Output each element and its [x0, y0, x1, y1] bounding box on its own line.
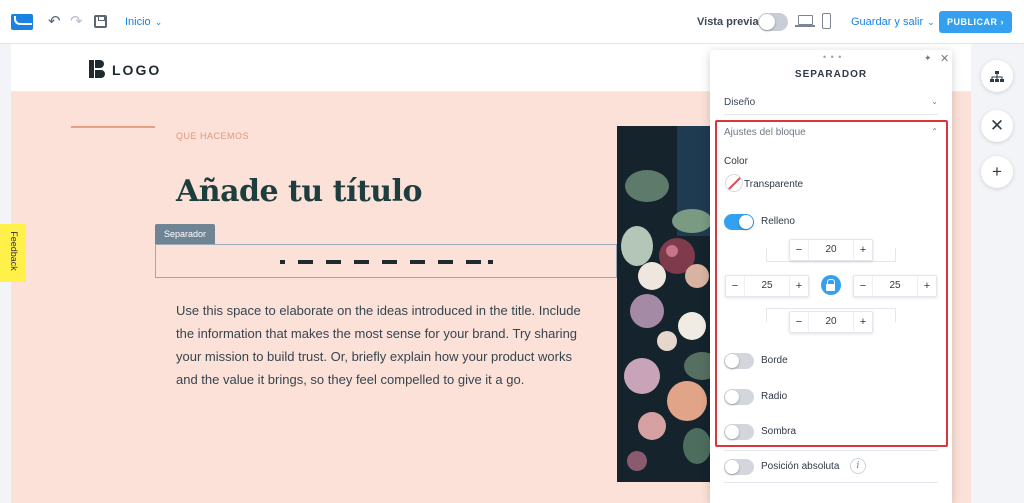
- design-section-header[interactable]: Diseño ⌄: [724, 97, 938, 108]
- preview-toggle[interactable]: [758, 13, 788, 31]
- accent-divider: [71, 126, 155, 128]
- close-editor-button[interactable]: ✕: [981, 110, 1013, 142]
- drag-handle-icon[interactable]: • • •: [823, 52, 842, 62]
- logo-text: LOGO: [112, 62, 162, 78]
- separator-block[interactable]: [155, 244, 617, 278]
- mobile-view-icon[interactable]: [822, 13, 831, 29]
- redo-icon[interactable]: ↷: [70, 13, 83, 31]
- publish-button[interactable]: PUBLICAR ›: [939, 11, 1012, 33]
- feedback-label: Feedback: [9, 231, 19, 271]
- separator-block-tag[interactable]: Separador: [155, 224, 216, 244]
- sitemap-icon: [990, 70, 1004, 82]
- absolute-position-toggle[interactable]: [724, 459, 754, 475]
- save-and-exit-label: Guardar y salir: [851, 16, 924, 28]
- undo-icon[interactable]: ↶: [48, 13, 61, 31]
- section-divider: [724, 114, 938, 115]
- close-icon: ✕: [989, 116, 1005, 135]
- chevron-down-icon: ⌄: [931, 97, 938, 106]
- chevron-down-icon: ⌄: [927, 17, 935, 27]
- section-eyebrow[interactable]: QUE HACEMOS: [176, 131, 249, 141]
- add-block-button[interactable]: +: [981, 156, 1013, 188]
- chevron-right-icon: ›: [1000, 17, 1004, 27]
- chevron-down-icon: ⌄: [154, 17, 163, 27]
- desktop-view-icon[interactable]: [795, 15, 815, 27]
- absolute-position-label: Posición absoluta: [761, 461, 840, 472]
- feedback-tab[interactable]: Feedback: [0, 224, 26, 282]
- preview-label: Vista previa: [697, 16, 759, 28]
- design-section-label: Diseño: [724, 97, 756, 108]
- panel-close-icon[interactable]: ✕: [940, 52, 949, 65]
- publish-label: PUBLICAR: [946, 17, 998, 27]
- page-selector-label: Inicio: [125, 16, 151, 28]
- dashed-separator-line: [280, 260, 500, 264]
- section-divider: [724, 482, 938, 483]
- app-logo-icon[interactable]: [11, 14, 33, 30]
- top-toolbar: ↶ ↷ Inicio ⌄ Vista previa Guardar y salir…: [0, 0, 1024, 44]
- info-icon[interactable]: i: [850, 458, 866, 474]
- panel-title: SEPARADOR: [794, 69, 868, 80]
- logo-mark-icon: [89, 60, 105, 78]
- flowers-image[interactable]: [617, 126, 721, 482]
- section-body-text[interactable]: Use this space to elaborate on the ideas…: [176, 299, 596, 391]
- pin-icon[interactable]: ✦: [924, 53, 932, 64]
- section-title[interactable]: Añade tu título: [176, 174, 422, 209]
- sitemap-button[interactable]: [981, 60, 1013, 92]
- save-and-exit-button[interactable]: Guardar y salir ⌄: [851, 16, 935, 28]
- section-divider: [724, 450, 938, 451]
- plus-icon: +: [992, 162, 1002, 181]
- page-selector[interactable]: Inicio ⌄: [125, 16, 162, 28]
- save-icon[interactable]: [94, 15, 107, 28]
- block-settings-highlight: [715, 120, 948, 447]
